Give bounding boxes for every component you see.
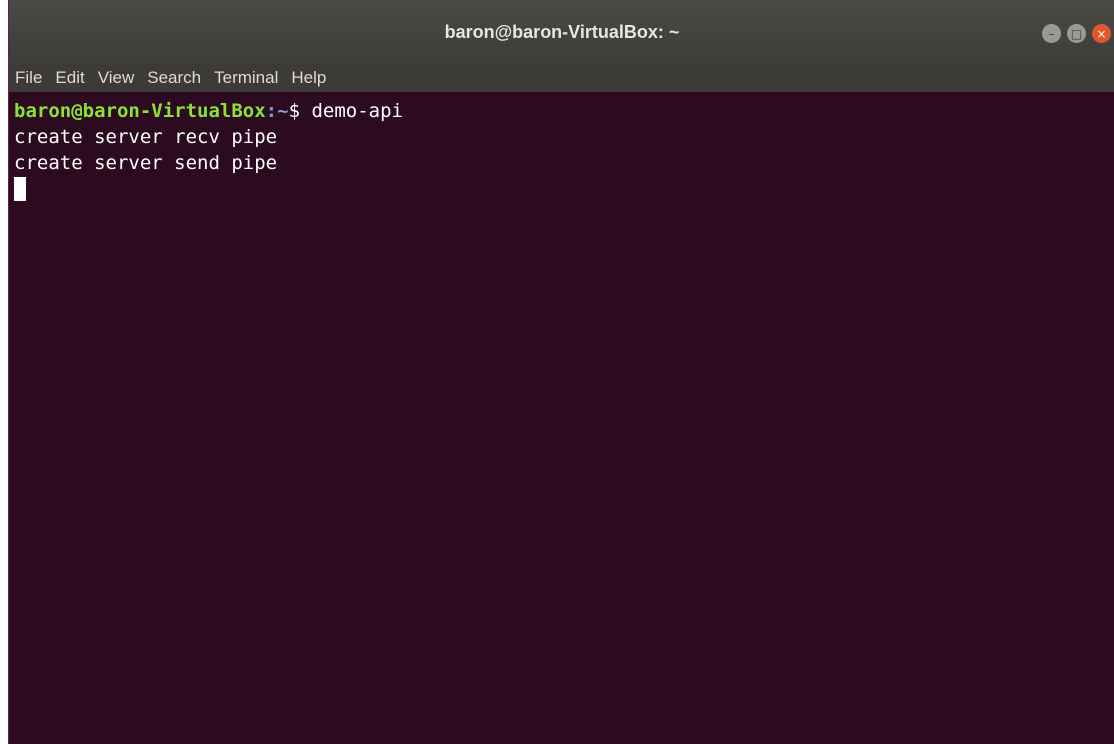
- terminal-window: baron@baron-VirtualBox: ~ – □ × File Edi…: [8, 0, 1114, 744]
- prompt-symbol: $: [288, 100, 312, 122]
- maximize-icon[interactable]: □: [1067, 24, 1086, 43]
- prompt-user-host: baron@baron-VirtualBox: [14, 100, 266, 122]
- close-icon[interactable]: ×: [1092, 24, 1111, 43]
- terminal-output-area[interactable]: baron@baron-VirtualBox:~$ demo-api creat…: [9, 92, 1114, 744]
- cursor-line: [14, 176, 1114, 202]
- menu-view[interactable]: View: [98, 68, 135, 88]
- text-cursor: [14, 177, 26, 201]
- output-line: create server recv pipe: [14, 126, 278, 148]
- minimize-icon[interactable]: –: [1042, 24, 1061, 43]
- window-title: baron@baron-VirtualBox: ~: [444, 22, 680, 42]
- menu-help[interactable]: Help: [291, 68, 326, 88]
- menu-bar: File Edit View Search Terminal Help: [9, 64, 1114, 92]
- title-bar[interactable]: baron@baron-VirtualBox: ~ – □ ×: [9, 0, 1114, 64]
- prompt-line: baron@baron-VirtualBox:~$ demo-api: [14, 98, 1114, 124]
- menu-terminal[interactable]: Terminal: [214, 68, 278, 88]
- prompt-colon: :: [265, 100, 278, 122]
- menu-edit[interactable]: Edit: [55, 68, 84, 88]
- command-text: demo-api: [311, 100, 403, 122]
- menu-search[interactable]: Search: [147, 68, 201, 88]
- prompt-path: ~: [277, 100, 289, 122]
- menu-file[interactable]: File: [15, 68, 42, 88]
- output-line: create server send pipe: [14, 152, 278, 174]
- window-controls: – □ ×: [1042, 24, 1111, 43]
